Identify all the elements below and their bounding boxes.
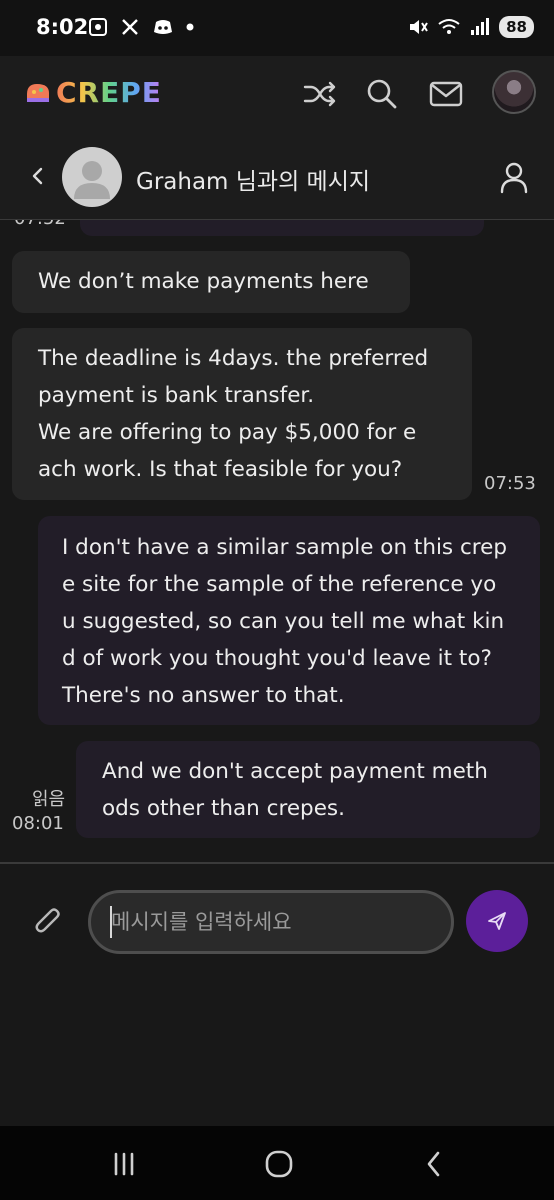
status-time: 8:02	[36, 15, 89, 39]
battery-level: 88	[499, 16, 534, 38]
message-timestamp: 07:53	[484, 473, 536, 494]
search-icon	[367, 79, 397, 109]
message-input[interactable]	[88, 890, 454, 954]
x-app-icon	[122, 19, 138, 35]
screenshot-icon	[89, 18, 107, 36]
back-button[interactable]	[26, 160, 50, 192]
read-receipt: 읽음	[32, 789, 66, 810]
status-notification-icons	[88, 17, 194, 37]
paperclip-icon	[35, 908, 60, 933]
message-bubble-partial	[80, 220, 484, 236]
message-timestamp: 08:01	[12, 813, 64, 834]
signal-icon	[471, 18, 490, 35]
default-avatar-icon	[74, 161, 110, 199]
message-bubble-received: We don’t make payments here	[12, 251, 410, 313]
system-nav-bar	[0, 1126, 554, 1200]
shuffle-icon	[303, 81, 336, 107]
status-system-icons: 88	[407, 16, 534, 38]
message-timestamp: 07:52	[14, 220, 66, 229]
back-nav-button[interactable]	[414, 1146, 454, 1182]
chat-header: Graham 님과의 메시지	[0, 132, 554, 220]
wifi-icon	[438, 19, 460, 34]
chat-title: Graham 님과의 메시지	[136, 169, 371, 195]
status-bar: 8:02 88	[0, 0, 554, 56]
crepe-logo-icon	[27, 83, 49, 102]
recents-icon	[114, 1152, 134, 1176]
send-icon	[488, 912, 506, 930]
search-button[interactable]	[362, 74, 402, 114]
profile-button[interactable]	[498, 160, 530, 194]
mail-icon	[429, 81, 463, 107]
discord-icon	[154, 20, 172, 34]
dot-icon	[186, 23, 194, 31]
back-arrow-icon	[427, 1151, 440, 1177]
shuffle-button[interactable]	[300, 74, 340, 114]
mail-button[interactable]	[426, 74, 466, 114]
crepe-logo[interactable]: CREPE	[24, 76, 162, 109]
text-caret	[110, 906, 112, 938]
message-list[interactable]: 07:52 We don’t make payments here The de…	[0, 220, 554, 862]
app-header: CREPE	[0, 56, 554, 132]
home-button[interactable]	[259, 1146, 299, 1182]
user-avatar[interactable]	[492, 70, 536, 114]
mute-icon	[410, 20, 428, 34]
recents-button[interactable]	[104, 1146, 144, 1182]
home-icon	[265, 1150, 293, 1178]
crepe-logo-text: CREPE	[56, 76, 162, 109]
chat-partner-avatar[interactable]	[62, 147, 122, 207]
message-bubble-sent: I don't have a similar sample on this cr…	[38, 516, 540, 725]
message-composer	[0, 864, 554, 1126]
person-icon	[500, 162, 528, 194]
chevron-left-icon	[32, 167, 43, 185]
message-bubble-sent: And we don't accept payment meth ods oth…	[76, 741, 540, 838]
message-bubble-received: The deadline is 4days. the preferred pay…	[12, 328, 472, 500]
send-button[interactable]	[466, 890, 528, 952]
attach-button[interactable]	[34, 904, 64, 940]
